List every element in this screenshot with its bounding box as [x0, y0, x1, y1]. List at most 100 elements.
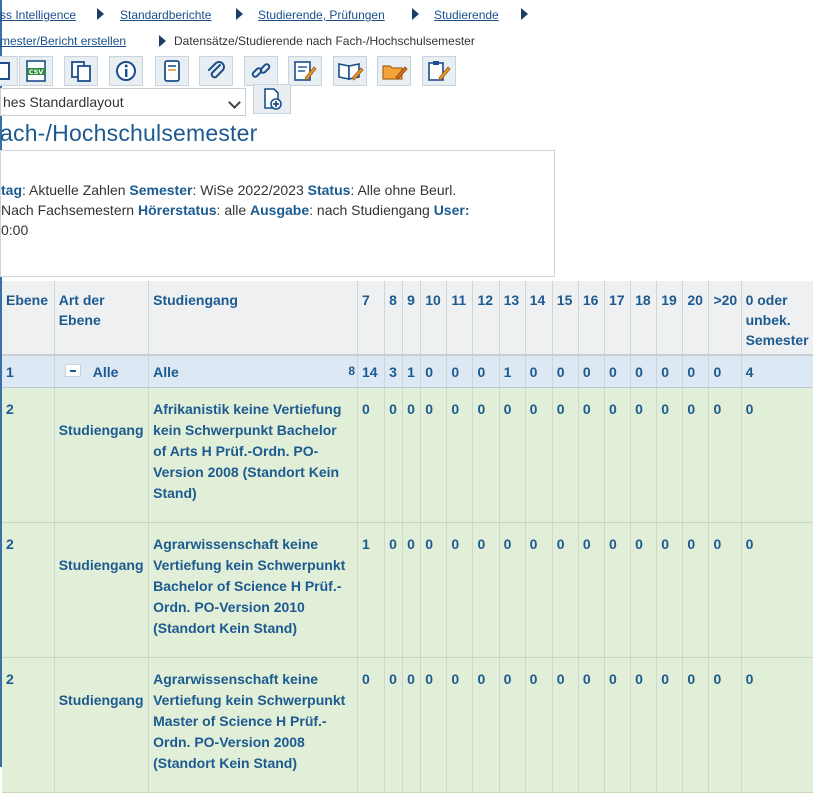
- edit-report-button[interactable]: [288, 56, 322, 86]
- collapse-icon[interactable]: [64, 363, 81, 377]
- cell-value: 0: [446, 522, 474, 658]
- column-header-semester[interactable]: 7: [357, 281, 386, 356]
- cell-value: 0: [578, 387, 606, 523]
- cell-value: 0: [552, 657, 579, 793]
- param-value: Nach Fachsemestern: [1, 202, 138, 218]
- cell-cut-value: 8: [348, 364, 355, 378]
- cell-value: 0: [384, 387, 404, 523]
- cell-value: 0: [682, 387, 710, 523]
- param-value: : Aktuelle Zahlen: [22, 182, 130, 198]
- clipboard-edit-icon: [428, 61, 451, 81]
- folder-edit-button[interactable]: [377, 56, 411, 86]
- cell-value: 0: [604, 355, 632, 388]
- breadcrumb-item-bericht-erstellen[interactable]: mester/Bericht erstellen: [0, 34, 126, 48]
- notebook-icon: [164, 60, 180, 82]
- cell-ebene: 2: [2, 522, 55, 658]
- cell-value: 0: [420, 387, 448, 523]
- cell-value: 0: [604, 657, 632, 793]
- cell-value: 0: [552, 387, 579, 523]
- csv-export-button[interactable]: CSV: [19, 56, 53, 86]
- cell-value: 4: [741, 355, 813, 388]
- param-label: Hörerstatus: [137, 202, 217, 218]
- param-label: Semester: [129, 182, 193, 198]
- cell-value: 14: [357, 355, 386, 388]
- cell-value: 0: [656, 657, 684, 793]
- cell-value: 0: [630, 657, 658, 793]
- cell-art: Alle: [54, 355, 150, 388]
- cell-value: 0: [402, 657, 422, 793]
- breadcrumb-current: Datensätze/Studierende nach Fach-/Hochsc…: [174, 34, 475, 48]
- export-button[interactable]: [0, 56, 18, 86]
- parameters-line-2: Nach Fachsemestern Hörerstatus: alle Aus…: [1, 202, 469, 218]
- column-header-art-der-ebene[interactable]: Art der Ebene: [54, 281, 150, 356]
- clipboard-edit-button[interactable]: [422, 56, 456, 86]
- attachment-button[interactable]: [199, 56, 233, 86]
- attachment-icon: [208, 61, 225, 79]
- book-edit-button[interactable]: [333, 56, 367, 86]
- column-header-semester[interactable]: 12: [472, 281, 500, 356]
- param-value: : WiSe 2022/2023: [192, 182, 308, 198]
- cell-value: 0: [552, 355, 579, 388]
- layout-select[interactable]: hes Standardlayout: [0, 88, 246, 116]
- cell-studiengang[interactable]: Agrarwissenschaft keine Vertiefung kein …: [148, 657, 358, 793]
- table-row-total: 1 Alle Alle 8 14 3 1 0 0 0 1 0 0 0 0 0 0 …: [2, 355, 813, 388]
- column-header-unknown-semester[interactable]: 0 oder unbek. Semester: [741, 281, 813, 356]
- cell-value: 0: [630, 522, 658, 658]
- cell-value: 0: [741, 387, 813, 523]
- column-header-semester[interactable]: 11: [446, 281, 474, 356]
- notebook-button[interactable]: [155, 56, 189, 86]
- cell-value: 0: [446, 657, 474, 793]
- column-header-semester[interactable]: 13: [499, 281, 526, 356]
- link-button[interactable]: [244, 56, 278, 86]
- column-header-studiengang[interactable]: Studiengang: [148, 281, 358, 356]
- column-header-semester[interactable]: 19: [656, 281, 684, 356]
- layout-select-value: hes Standardlayout: [3, 94, 124, 110]
- info-icon: [116, 61, 136, 81]
- cell-value: 0: [499, 657, 526, 793]
- cell-ebene: 2: [2, 387, 55, 523]
- cell-value: 1: [499, 355, 526, 388]
- info-button[interactable]: [109, 56, 143, 86]
- cell-value: 0: [420, 355, 448, 388]
- export-icon: [0, 62, 10, 80]
- cell-value: 0: [708, 522, 742, 658]
- cell-value: 3: [384, 355, 404, 388]
- parameters-line-3: 0:00: [1, 222, 29, 238]
- report-parameters-box: tag: Aktuelle Zahlen Semester: WiSe 2022…: [0, 150, 555, 277]
- copy-icon: [71, 61, 91, 82]
- param-label: User:: [433, 202, 470, 218]
- folder-edit-icon: [382, 65, 408, 80]
- cell-studiengang[interactable]: Afrikanistik keine Vertiefung kein Schwe…: [148, 387, 358, 523]
- column-header-semester[interactable]: 10: [420, 281, 448, 356]
- column-header-semester[interactable]: 20: [682, 281, 710, 356]
- cell-value: 0: [402, 387, 422, 523]
- add-document-icon: [264, 88, 282, 110]
- breadcrumb-item-studierende[interactable]: Studierende: [434, 8, 499, 22]
- column-header-semester[interactable]: 8: [384, 281, 404, 356]
- copy-button[interactable]: [64, 56, 98, 86]
- column-header-semester[interactable]: 17: [604, 281, 632, 356]
- edit-report-icon: [294, 61, 317, 81]
- column-header-semester[interactable]: 16: [578, 281, 606, 356]
- cell-art: Studiengang: [54, 387, 150, 523]
- cell-studiengang[interactable]: Agrarwissenschaft keine Vertiefung kein …: [148, 522, 358, 658]
- column-header-ebene[interactable]: Ebene: [2, 281, 55, 356]
- table-row: 2 Studiengang Afrikanistik keine Vertief…: [2, 387, 813, 523]
- cell-value: 0: [682, 657, 710, 793]
- column-header-semester[interactable]: >20: [708, 281, 742, 356]
- column-header-semester[interactable]: 9: [402, 281, 422, 356]
- column-header-semester[interactable]: 18: [630, 281, 658, 356]
- cell-studiengang-label: Alle: [153, 364, 179, 380]
- cell-value: 0: [499, 522, 526, 658]
- breadcrumb-item-intelligence[interactable]: ss Intelligence: [0, 8, 76, 22]
- breadcrumb-item-studierende-pruefungen[interactable]: Studierende, Prüfungen: [258, 8, 385, 22]
- breadcrumb-item-standardberichte[interactable]: Standardberichte: [120, 8, 211, 22]
- add-layout-button[interactable]: [253, 84, 291, 114]
- cell-value: 0: [499, 387, 526, 523]
- cell-value: 0: [604, 522, 632, 658]
- cell-ebene: 2: [2, 657, 55, 793]
- column-header-label: Studiengang: [153, 292, 238, 308]
- column-header-semester[interactable]: 15: [552, 281, 579, 356]
- param-label: Ausgabe: [250, 202, 310, 218]
- column-header-semester[interactable]: 14: [525, 281, 553, 356]
